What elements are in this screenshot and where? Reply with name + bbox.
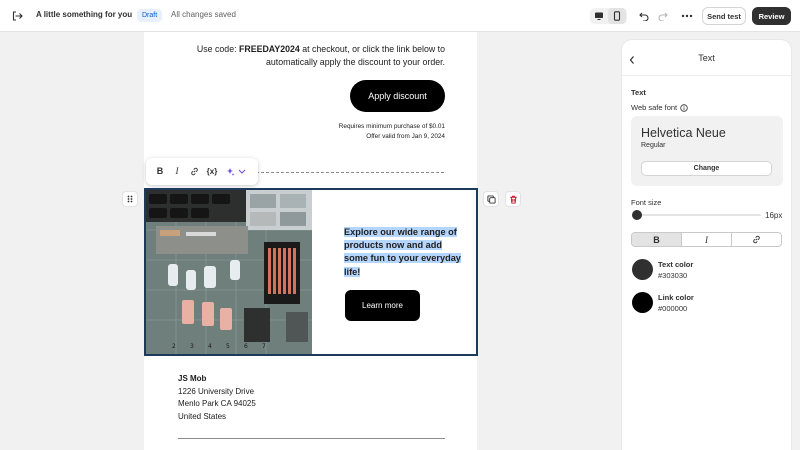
font-name: Helvetica Neue (641, 126, 726, 140)
text-color-label: Text color (658, 260, 694, 269)
minimum-purchase-text: Requires minimum purchase of $0.01 (338, 123, 445, 130)
more-options-icon[interactable] (680, 9, 694, 23)
send-test-button[interactable]: Send test (702, 7, 746, 25)
block-body-text[interactable]: Explore our wide range of products now a… (344, 226, 464, 279)
selected-text: Explore our wide range of products now a… (344, 227, 461, 277)
sparkle-icon (227, 167, 246, 176)
svg-text:6: 6 (244, 343, 248, 350)
format-italic-toggle[interactable]: I (682, 233, 732, 246)
text-color-swatch[interactable] (632, 259, 653, 280)
duplicate-button[interactable] (483, 191, 499, 207)
svg-text:7: 7 (262, 343, 266, 350)
offer-details: Requires minimum purchase of $0.01 Offer… (250, 122, 445, 142)
footer-address: JS Mob 1226 University Drive Menlo Park … (178, 373, 256, 423)
promo-text[interactable]: Use code: FREEDAY2024 at checkout, or cl… (168, 43, 445, 69)
info-icon[interactable] (680, 103, 688, 112)
delete-button[interactable] (505, 191, 521, 207)
footer-divider (178, 438, 445, 439)
svg-text:5: 5 (226, 343, 230, 350)
link-color-swatch[interactable] (632, 292, 653, 313)
undo-icon[interactable] (637, 9, 650, 23)
text-color-value[interactable]: #303030 (658, 271, 687, 280)
format-bold-toggle[interactable]: B (632, 233, 682, 246)
text-format-toolbar: B I {x} (146, 158, 258, 185)
offer-valid-text: Offer valid from Jan 9, 2024 (366, 133, 445, 140)
image-text-block[interactable]: 2 3 4 5 6 7 Explore our wide range of product… (144, 188, 478, 356)
page-title: A little something for you (36, 10, 133, 19)
svg-text:3: 3 (190, 343, 194, 350)
promo-code: FREEDAY2024 (238, 44, 300, 54)
section-label: Text (631, 88, 646, 97)
redo-icon[interactable] (656, 9, 669, 23)
product-image: 2 3 4 5 6 7 (146, 190, 312, 354)
italic-button[interactable]: I (170, 164, 184, 178)
apply-discount-button[interactable]: Apply discount (350, 80, 445, 112)
address-city: Menlo Park CA 94025 (178, 399, 256, 408)
mobile-view-icon[interactable] (608, 8, 626, 24)
web-safe-font-label: Web safe font (631, 103, 688, 112)
save-status: All changes saved (171, 10, 236, 19)
exit-icon[interactable] (10, 9, 24, 23)
format-link-toggle[interactable] (732, 233, 781, 246)
svg-text:2: 2 (172, 343, 176, 350)
link-color-label: Link color (658, 293, 694, 302)
ai-generate-button[interactable] (225, 164, 249, 178)
company-name: JS Mob (178, 374, 207, 383)
link-color-value[interactable]: #000000 (658, 304, 687, 313)
panel-title: Text (698, 53, 715, 63)
link-icon (190, 167, 198, 175)
review-button[interactable]: Review (752, 7, 791, 25)
font-size-slider-track[interactable] (634, 214, 761, 216)
insert-variable-button[interactable]: {x} (204, 164, 220, 178)
panel-divider (622, 75, 791, 76)
divider (256, 172, 444, 173)
drag-handle-icon (127, 195, 133, 203)
address-street: 1226 University Drive (178, 386, 255, 396)
change-font-button[interactable]: Change (641, 161, 772, 176)
font-size-slider-handle[interactable] (632, 210, 642, 220)
font-style: Regular (641, 142, 666, 149)
address-country: United States (178, 411, 227, 421)
promo-prefix: Use code: (196, 44, 239, 54)
duplicate-icon (486, 194, 496, 204)
web-safe-font-text: Web safe font (631, 103, 678, 112)
top-bar: A little something for you Draft All cha… (0, 0, 800, 32)
desktop-view-icon[interactable] (590, 8, 608, 24)
preview-device-toggle (590, 8, 627, 24)
link-button[interactable] (187, 164, 201, 178)
svg-text:4: 4 (208, 343, 212, 350)
trash-icon (509, 195, 517, 204)
font-size-value: 16px (765, 211, 783, 220)
status-badge: Draft (137, 9, 163, 22)
bold-button[interactable]: B (153, 164, 167, 178)
learn-more-button[interactable]: Learn more (345, 290, 420, 321)
link-icon (753, 235, 760, 244)
drag-handle[interactable] (122, 191, 138, 207)
font-size-label: Font size (631, 198, 662, 207)
format-toggle-group: B I (631, 232, 782, 247)
